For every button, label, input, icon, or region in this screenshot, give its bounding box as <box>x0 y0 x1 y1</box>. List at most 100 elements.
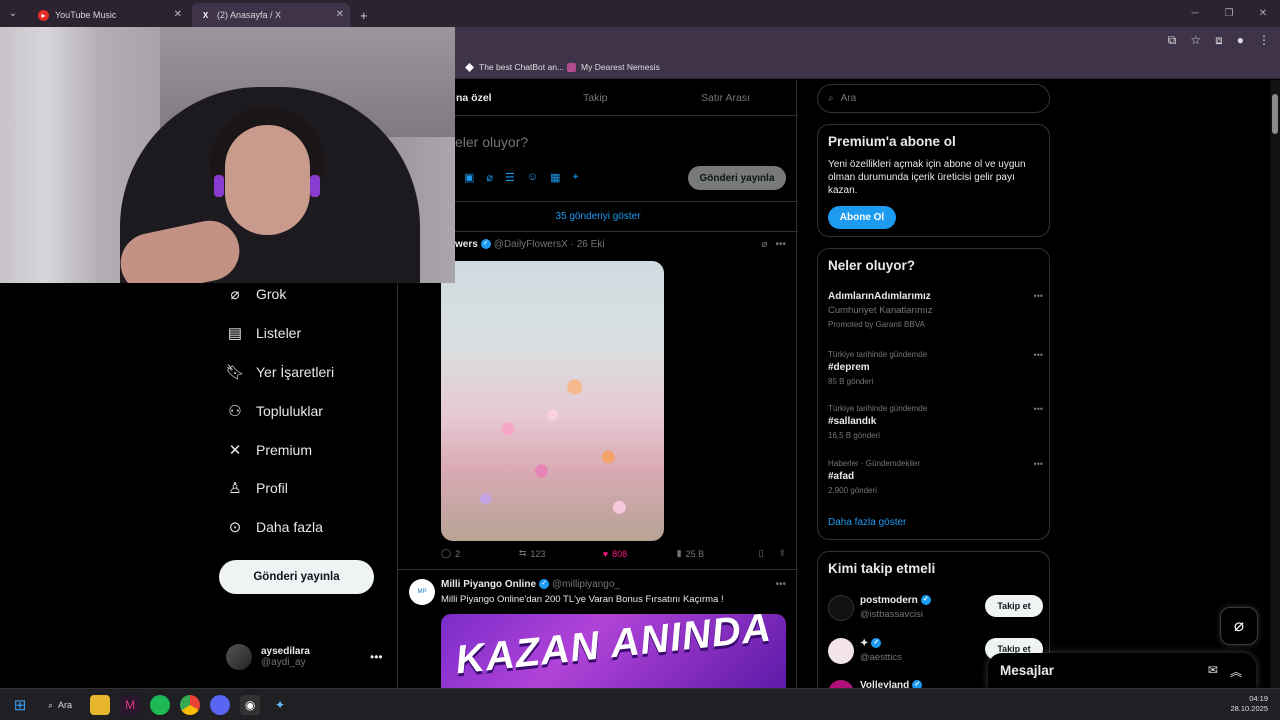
kebab-menu-icon[interactable]: ⋮ <box>1258 33 1270 48</box>
nav-item-bookmarks[interactable]: 🔖︎ Yer İşaretleri <box>225 363 334 381</box>
nav-item-profile[interactable]: ♙ Profil <box>226 479 288 497</box>
grok-icon[interactable]: ⌀ <box>486 171 493 184</box>
compose-input[interactable]: eler oluyor? <box>455 134 528 150</box>
more-dots-icon[interactable]: ••• <box>1034 459 1043 469</box>
tab-following[interactable]: Takip <box>583 92 608 104</box>
trend-item[interactable]: AdımlarınAdımlarımız Cumhuriyet Kanatlar… <box>828 291 1043 329</box>
account-switcher[interactable]: aysedilara @aydi_ay <box>226 644 310 670</box>
tweet-author[interactable]: Milli Piyango Online <box>441 579 536 590</box>
tab-title: (2) Anasayfa / X <box>217 10 282 20</box>
tab-for-you[interactable]: na özel <box>456 92 492 104</box>
avatar <box>828 638 854 664</box>
more-dots-icon[interactable]: ••• <box>775 579 786 590</box>
location-icon[interactable]: ⌖ <box>573 171 579 184</box>
views-button[interactable]: ▮ 25 B <box>677 548 759 559</box>
account-name: aysedilara <box>261 646 310 657</box>
trends-card: Neler oluyor? AdımlarınAdımlarımız Cumhu… <box>817 248 1050 540</box>
nav-item-more[interactable]: ⊙ Daha fazla <box>226 518 323 536</box>
close-window-icon[interactable]: ✕ <box>1246 0 1280 27</box>
messages-drawer[interactable]: Mesajlar ✉ ︽ <box>988 653 1256 689</box>
scrollbar-thumb[interactable] <box>1272 94 1278 134</box>
taskbar-search[interactable]: ⌕ Ara <box>40 695 80 715</box>
obs-icon[interactable]: ◉ <box>240 695 261 715</box>
system-clock[interactable]: 04:19 28.10.2025 <box>1230 694 1268 714</box>
close-icon[interactable]: ✕ <box>174 9 182 20</box>
nav-item-grok[interactable]: ⌀ Grok <box>226 285 286 303</box>
compose-toolbar: ▣ ⌀ ☰ ☺ ▦ ⌖ <box>464 171 579 184</box>
gif-icon[interactable]: ▣ <box>464 171 474 184</box>
repost-button[interactable]: ⇆ 123 <box>519 548 603 559</box>
tab-youtube-music[interactable]: ▸ YouTube Music ✕ <box>30 3 188 27</box>
post-button[interactable]: Gönderi yayınla <box>219 560 374 594</box>
page-scrollbar[interactable] <box>1270 80 1280 688</box>
new-message-icon[interactable]: ✉ <box>1208 663 1218 680</box>
schedule-icon[interactable]: ▦ <box>550 171 560 184</box>
trend-item[interactable]: Türkiye tarihinde gündemde #sallandık 16… <box>828 404 1043 440</box>
emoji-icon[interactable]: ☺ <box>527 171 538 184</box>
tab-search-chevron-icon[interactable]: ⌄ <box>0 0 26 27</box>
grok-floating-button[interactable]: ⌀ <box>1220 607 1258 645</box>
install-app-icon[interactable]: ⧉ <box>1168 33 1177 48</box>
tab-x-home[interactable]: X (2) Anasayfa / X ✕ <box>192 3 350 27</box>
suggestion-name: ✦ ✓ <box>860 638 884 649</box>
avatar[interactable]: MP <box>409 579 435 605</box>
show-new-posts[interactable]: 35 gönderiyi göster <box>398 202 798 232</box>
communities-icon: ⚇ <box>228 403 242 420</box>
reply-button[interactable]: ◯ 2 <box>441 548 519 559</box>
bookmark-icon[interactable]: ▯ <box>758 548 778 559</box>
grok-icon[interactable]: ⌀ <box>761 239 767 250</box>
minimize-icon[interactable]: ─ <box>1178 0 1212 27</box>
browser-tab-bar: ⌄ ▸ YouTube Music ✕ X (2) Anasayfa / X ✕… <box>0 0 1280 27</box>
bookmark-nemesis[interactable]: My Dearest Nemesis <box>567 62 660 72</box>
spotify-icon[interactable] <box>150 695 171 715</box>
account-handle: @aydi_ay <box>261 657 306 668</box>
nav-item-premium[interactable]: ✕ Premium <box>226 441 312 459</box>
nav-label: Listeler <box>256 325 302 341</box>
star-icon[interactable]: ☆ <box>1190 33 1201 48</box>
close-icon[interactable]: ✕ <box>336 9 344 20</box>
reply-count: 2 <box>455 548 461 559</box>
more-dots-icon[interactable]: ••• <box>1034 350 1043 360</box>
more-dots-icon[interactable]: ••• <box>1034 404 1043 414</box>
discord-icon[interactable] <box>210 695 231 715</box>
tweet-handle[interactable]: @millipiyango_ <box>552 579 620 590</box>
file-explorer-icon[interactable] <box>90 695 111 715</box>
compose-post-button[interactable]: Gönderi yayınla <box>688 166 786 190</box>
more-dots-icon[interactable]: ••• <box>775 239 786 250</box>
search-input[interactable]: ⌕ Ara <box>817 84 1050 113</box>
nav-item-lists[interactable]: ▤ Listeler <box>226 324 301 342</box>
extensions-icon[interactable]: ⧈ <box>1215 33 1223 48</box>
profile-avatar-icon[interactable]: ● <box>1237 33 1244 48</box>
tweet-author[interactable]: wers <box>455 239 478 250</box>
bookmark-label: The best ChatBot an... <box>479 62 565 72</box>
avatar <box>828 595 854 621</box>
chrome-icon[interactable] <box>180 695 201 715</box>
tweet[interactable]: MP Milli Piyango Online ✓ @millipiyango_ •… <box>398 570 798 688</box>
poll-icon[interactable]: ☰ <box>505 171 515 184</box>
follow-suggestion[interactable]: postmodern ✓ @istbassavcisi Takip et <box>828 593 1043 621</box>
subscribe-button[interactable]: Abone Ol <box>828 206 896 229</box>
bookmark-chatbot[interactable]: The best ChatBot an... <box>465 62 564 72</box>
windows-start-icon[interactable]: ⊞ <box>10 695 30 715</box>
trend-item[interactable]: Haberler · Gündemdekiler #afad 2.900 gön… <box>828 459 1043 495</box>
trend-item[interactable]: Türkiye tarihinde gündemde #deprem 85 B … <box>828 350 1043 386</box>
tweet-image-flowers[interactable] <box>441 261 664 541</box>
share-icon[interactable]: ⇪ <box>778 548 786 559</box>
media-app-icon[interactable]: M <box>120 695 141 715</box>
new-tab-button[interactable]: + <box>360 3 368 27</box>
tweet-handle[interactable]: @DailyFlowersX <box>494 239 568 250</box>
tweet-image-promo[interactable]: KAZAN ANINDA <box>441 614 786 688</box>
nav-item-communities[interactable]: ⚇ Topluluklar <box>226 402 323 420</box>
tab-satir-arasi[interactable]: Satır Arası <box>701 92 750 104</box>
restore-icon[interactable]: ❐ <box>1212 0 1246 27</box>
more-dots-icon[interactable]: ••• <box>370 650 383 664</box>
trend-count: 2.900 gönderi <box>828 486 877 495</box>
promo-text: KAZAN ANINDA <box>453 614 774 683</box>
app-icon[interactable]: ✦ <box>270 695 290 715</box>
more-dots-icon[interactable]: ••• <box>1034 291 1043 301</box>
expand-chevron-icon[interactable]: ︽ <box>1230 663 1242 680</box>
follow-button[interactable]: Takip et <box>985 595 1043 617</box>
like-button[interactable]: ♥ 808 <box>603 548 677 559</box>
tweet[interactable]: wers ✓ @DailyFlowersX · 26 Eki ⌀ ••• ◯ 2 ⇆ 1… <box>398 232 798 570</box>
show-more-trends-link[interactable]: Daha fazla göster <box>828 517 906 528</box>
